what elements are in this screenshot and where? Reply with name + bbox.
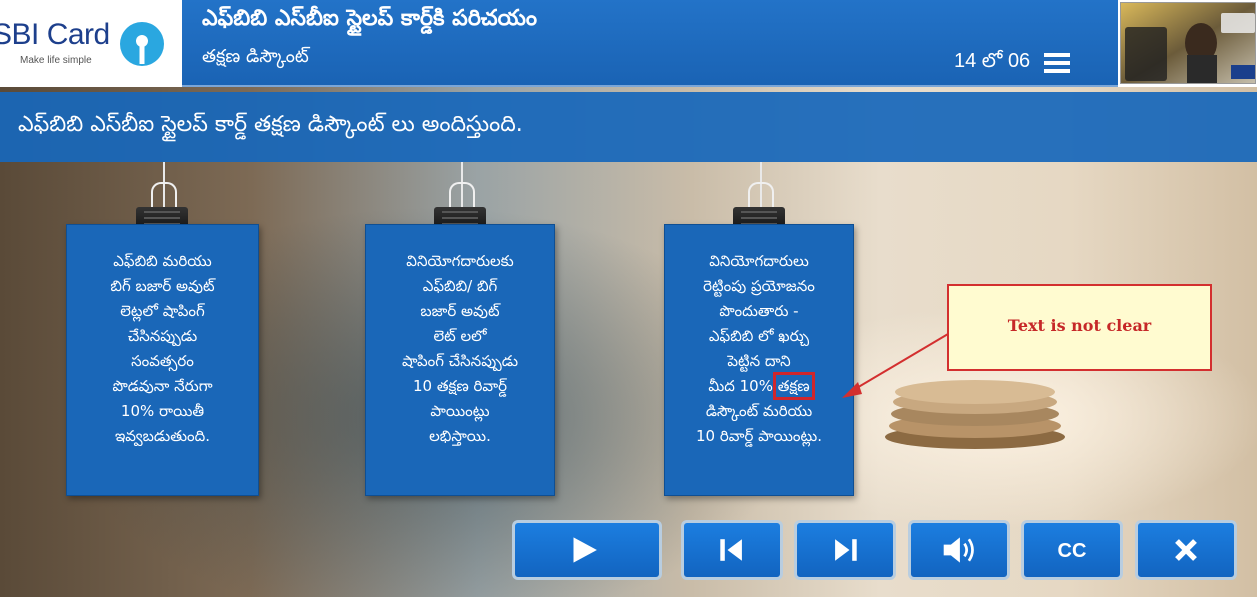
close-icon	[1175, 539, 1197, 561]
card-text-line: పొందుతారు -	[719, 302, 799, 320]
card-text-line: వినియోగదారులు	[709, 252, 809, 270]
card-text-line: ఇవ్వబడుతుంది.	[114, 427, 211, 445]
headline-band: ఎఫ్‌బిబి ఎస్‌బీఐ స్టైలప్ కార్డ్ తక్షణ డి…	[0, 92, 1257, 162]
card-text-line: పాయింట్లు	[430, 402, 490, 420]
card-text-line: 10 రివార్డ్ పాయింట్లు.	[695, 427, 823, 445]
volume-icon	[943, 537, 974, 563]
info-card-1: ఎఫ్‌బిబి మరియు బిగ్ బజార్ అవుట్ లెట్లలో …	[66, 224, 259, 496]
card-text-line: లెట్ లలో	[433, 327, 487, 345]
slide-subtitle: తక్షణ డిస్కౌంట్	[202, 46, 309, 67]
skip-previous-icon	[720, 539, 742, 561]
card-text-line: డిస్కౌంట్ మరియు	[705, 402, 813, 420]
card-text-line: పెట్టిన దాని	[727, 352, 791, 370]
card-text-line: ఎఫ్‌బిబి మరియు	[113, 252, 212, 270]
card-text-line: వినియోగదారులకు	[406, 252, 514, 270]
hanger-hook	[449, 182, 475, 210]
hamburger-icon	[1040, 53, 1074, 73]
card-text-fragment: మీద 10%	[708, 377, 773, 395]
previous-button[interactable]	[681, 520, 783, 580]
close-button[interactable]	[1135, 520, 1237, 580]
hanger-hook	[748, 182, 774, 210]
logo-tagline: Make life simple	[20, 55, 92, 66]
slide-headline: ఎఫ్‌బిబి ఎస్‌బీఐ స్టైలప్ కార్డ్ తక్షణ డి…	[18, 112, 523, 137]
credit-card-promo-image	[1121, 3, 1255, 83]
card-text-line: పొడవునా నేరుగా	[112, 377, 213, 395]
play-button[interactable]	[512, 520, 662, 580]
card-text-line: 10 తక్షణ రివార్డ్	[412, 377, 508, 395]
sbi-card-logo: SBI Card Make life simple	[0, 0, 182, 87]
title-bar: ఎఫ్‌బిబి ఎస్‌బీఐ స్టైలప్ కార్డ్‌కి పరిచయ…	[182, 0, 1118, 87]
next-button[interactable]	[794, 520, 896, 580]
card-text-line: షాపింగ్ చేసినప్పుడు	[401, 352, 519, 370]
card-text-line: లెట్లలో షాపింగ్	[120, 302, 205, 320]
hanger-hook	[151, 182, 177, 210]
skip-next-icon	[835, 539, 857, 561]
menu-button[interactable]	[1040, 50, 1074, 76]
annotation-text: Text is not clear	[1007, 316, 1152, 335]
cc-icon: CC	[1057, 540, 1087, 562]
card-text-line: రెట్టింపు ప్రయోజనం	[703, 277, 815, 295]
card-text-line: ఎఫ్‌బిబి/ బిగ్	[422, 277, 498, 295]
card-text-line: 10% రాయితీ	[120, 402, 205, 420]
card-text-line: బిగ్ బజార్ అవుట్	[110, 277, 215, 295]
closed-captions-button[interactable]: CC	[1021, 520, 1123, 580]
highlighted-word: తక్షణ	[772, 372, 815, 400]
top-header: SBI Card Make life simple ఎఫ్‌బిబి ఎస్‌బ…	[0, 0, 1257, 87]
info-card-3: వినియోగదారులు రెట్టింపు ప్రయోజనం పొందుతా…	[664, 224, 854, 496]
card-text-line: ఎఫ్‌బిబి లో ఖర్చు	[708, 327, 810, 345]
card-text-line: చేసినప్పుడు	[127, 327, 198, 345]
volume-button[interactable]	[908, 520, 1010, 580]
logo-text: SBI Card	[0, 18, 110, 51]
card-promo-thumbnail	[1120, 2, 1256, 84]
slide-stage: ఎఫ్‌బిబి ఎస్‌బీఐ స్టైలప్ కార్డ్ తక్షణ డి…	[0, 87, 1257, 597]
sbi-logo-icon	[120, 22, 164, 66]
course-title: ఎఫ్‌బిబి ఎస్‌బీఐ స్టైలప్ కార్డ్‌కి పరిచయ…	[202, 6, 538, 31]
card-text-line: బజార్ అవుట్	[420, 302, 500, 320]
annotation-callout: Text is not clear	[947, 284, 1212, 371]
card-text-line: లభిస్తాయి.	[429, 427, 491, 445]
card-text-line: సంవత్సరం	[131, 352, 194, 370]
card-text-line: మీద 10% తక్షణ	[673, 372, 845, 400]
page-counter: 14 లో 06	[954, 50, 1031, 72]
play-icon	[573, 537, 597, 563]
info-card-2: వినియోగదారులకు ఎఫ్‌బిబి/ బిగ్ బజార్ అవుట…	[365, 224, 555, 496]
